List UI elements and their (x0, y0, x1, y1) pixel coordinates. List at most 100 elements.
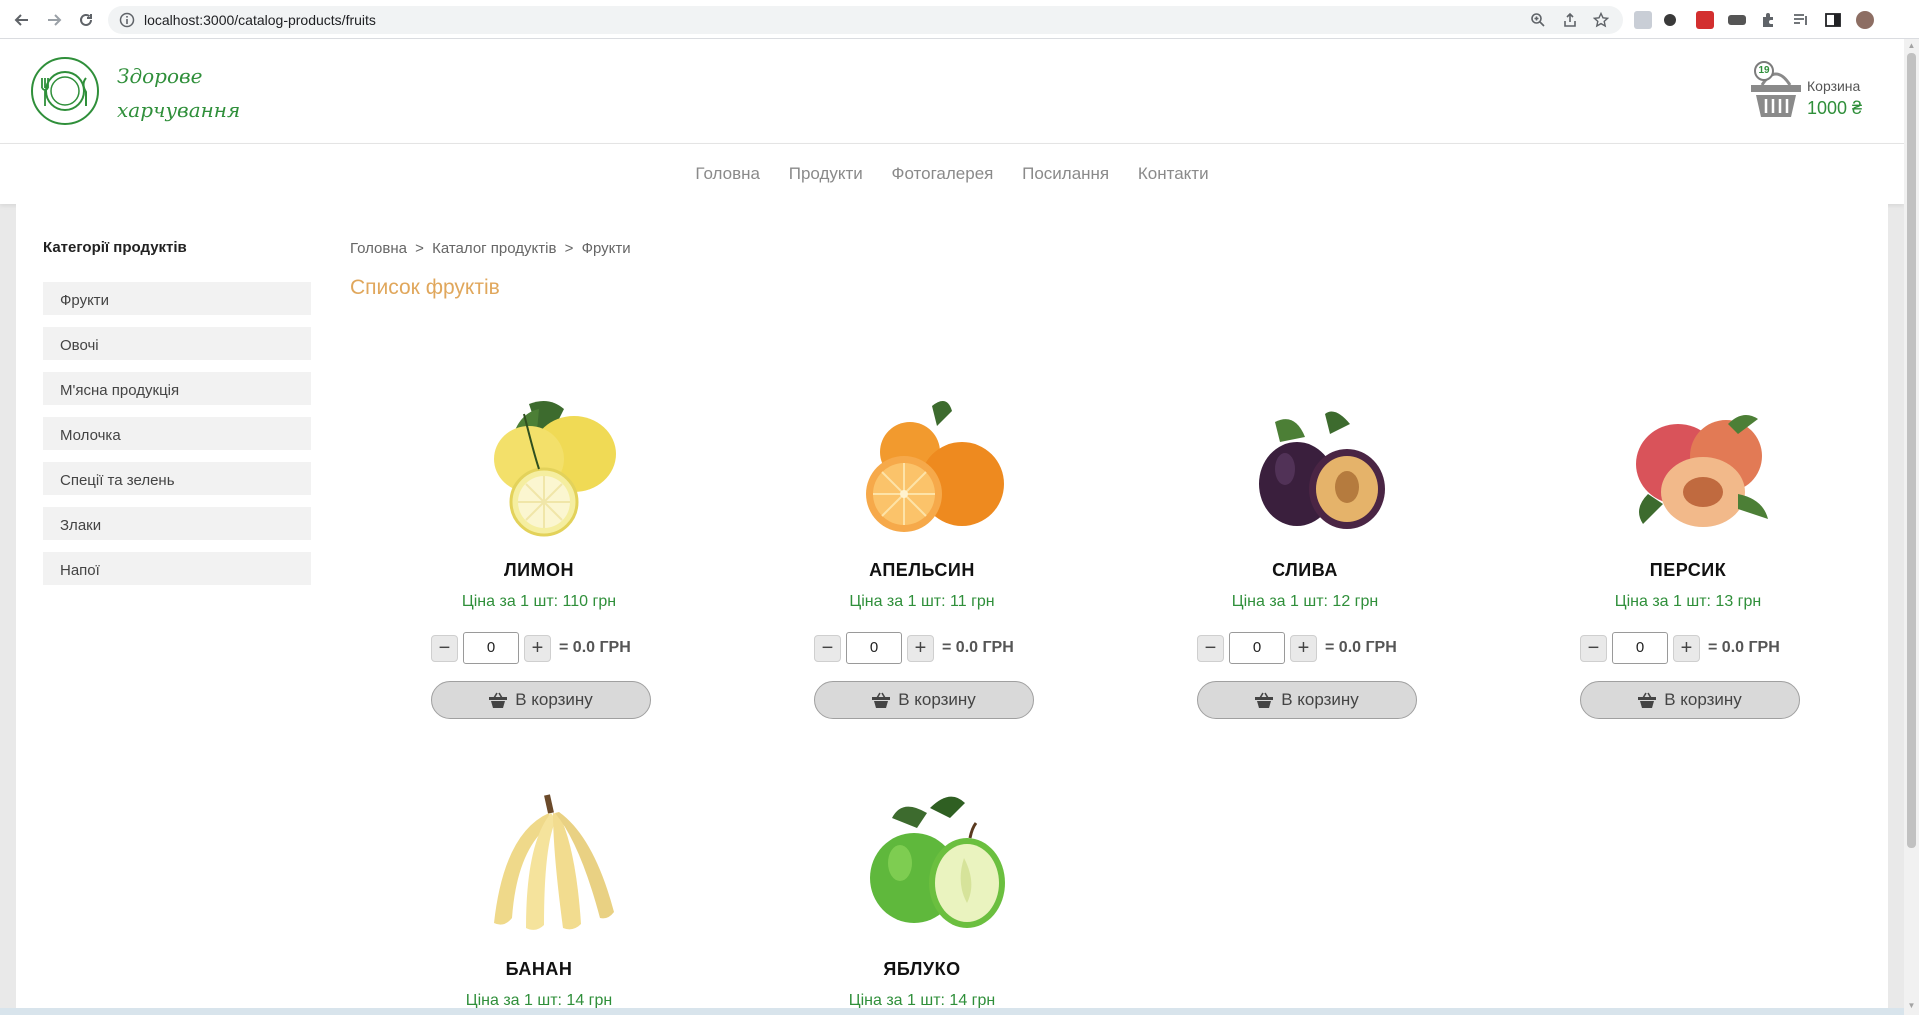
sidebar-item-vegetables[interactable]: Овочі (43, 327, 311, 360)
main-navigation: Головна Продукти Фотогалерея Посилання К… (0, 144, 1904, 204)
decrement-button[interactable]: − (1580, 634, 1607, 662)
breadcrumb-current: Фрукти (581, 240, 631, 257)
line-total: = 0.0 ГРН (942, 639, 1014, 656)
logo-text[interactable]: Здорове харчування (117, 59, 257, 127)
bottom-strip (0, 1008, 1904, 1015)
page-title: Список фруктів (350, 276, 500, 299)
site-header: Здорове харчування 19 Корзина 1000 ₴ (0, 39, 1904, 144)
sidebar-item-drinks[interactable]: Напої (43, 552, 311, 585)
main-content: Категорії продуктів Фрукти Овочі М'ясна … (16, 204, 1888, 1015)
quantity-input[interactable]: 0 (463, 632, 519, 664)
back-icon[interactable] (10, 8, 34, 32)
nav-item-contacts[interactable]: Контакти (1138, 164, 1209, 183)
basket-icon (489, 692, 508, 708)
quantity-stepper: − 0 + = 0.0 ГРН (1197, 632, 1397, 664)
reload-icon[interactable] (74, 8, 98, 32)
puzzle-icon[interactable] (1760, 11, 1778, 29)
page-viewport: Здорове харчування 19 Корзина 1000 ₴ Гол… (0, 39, 1904, 1015)
extension-icon[interactable] (1728, 15, 1746, 25)
banana-image (469, 783, 629, 943)
lemon-image (469, 384, 629, 544)
add-to-cart-button[interactable]: В корзину (431, 681, 651, 719)
breadcrumb-home[interactable]: Головна (350, 240, 407, 257)
product-name: ЯБЛУКО (883, 959, 961, 979)
product-price: Ціна за 1 шт: 12 грн (1231, 593, 1379, 610)
bookmark-star-icon[interactable] (1592, 11, 1610, 33)
url-text: localhost:3000/catalog-products/fruits (144, 12, 376, 28)
scroll-down-icon[interactable]: ▼ (1907, 1001, 1916, 1010)
add-to-cart-button[interactable]: В корзину (1197, 681, 1417, 719)
add-to-cart-label: В корзину (898, 690, 976, 709)
product-price: Ціна за 1 шт: 13 грн (1614, 593, 1762, 610)
increment-button[interactable]: + (1673, 634, 1700, 662)
address-bar[interactable]: localhost:3000/catalog-products/fruits (108, 6, 1623, 34)
product-name: СЛИВА (1272, 560, 1338, 580)
quantity-stepper: − 0 + = 0.0 ГРН (431, 632, 631, 664)
sidebar-item-fruits[interactable]: Фрукти (43, 282, 311, 315)
increment-button[interactable]: + (1290, 634, 1317, 662)
decrement-button[interactable]: − (1197, 634, 1224, 662)
page-scrollbar[interactable]: ▲ ▼ (1904, 39, 1919, 1015)
extension-icon[interactable] (1634, 11, 1652, 29)
cart-label[interactable]: Корзина (1807, 78, 1860, 94)
increment-button[interactable]: + (907, 634, 934, 662)
share-icon[interactable] (1562, 12, 1578, 33)
breadcrumb: Головна > Каталог продуктів > Фрукти (350, 240, 631, 257)
profile-avatar-icon[interactable] (1856, 11, 1874, 29)
add-to-cart-button[interactable]: В корзину (1580, 681, 1800, 719)
line-total: = 0.0 ГРН (559, 639, 631, 656)
cart-count-badge: 19 (1754, 61, 1774, 81)
nav-item-products[interactable]: Продукти (789, 164, 863, 183)
breadcrumb-separator: > (564, 240, 574, 257)
quantity-input[interactable]: 0 (1229, 632, 1285, 664)
basket-icon (872, 692, 891, 708)
cart-total: 1000 ₴ (1807, 98, 1863, 118)
add-to-cart-button[interactable]: В корзину (814, 681, 1034, 719)
forward-icon[interactable] (42, 8, 66, 32)
line-total: = 0.0 ГРН (1325, 639, 1397, 656)
extension-icon[interactable] (1664, 14, 1676, 26)
zoom-icon[interactable] (1530, 12, 1546, 33)
logo-plate-icon[interactable] (30, 56, 100, 131)
quantity-stepper: − 0 + = 0.0 ГРН (1580, 632, 1780, 664)
breadcrumb-catalog[interactable]: Каталог продуктів (432, 240, 556, 257)
apple-image (852, 783, 1012, 943)
browser-toolbar: localhost:3000/catalog-products/fruits (0, 0, 1919, 39)
increment-button[interactable]: + (524, 634, 551, 662)
quantity-input[interactable]: 0 (846, 632, 902, 664)
nav-item-home[interactable]: Головна (695, 164, 760, 183)
product-name: ПЕРСИК (1649, 560, 1727, 580)
peach-image (1618, 384, 1778, 544)
scroll-up-icon[interactable]: ▲ (1907, 41, 1916, 50)
sidebar-item-meat[interactable]: М'ясна продукція (43, 372, 311, 405)
product-name: АПЕЛЬСИН (869, 560, 975, 580)
line-total: = 0.0 ГРН (1708, 639, 1780, 656)
breadcrumb-separator: > (415, 240, 424, 257)
sidebar-item-spices[interactable]: Спеції та зелень (43, 462, 311, 495)
reading-list-icon[interactable] (1792, 11, 1810, 29)
product-price: Ціна за 1 шт: 110 грн (461, 593, 617, 610)
sidebar-item-dairy[interactable]: Молочка (43, 417, 311, 450)
basket-icon (1638, 692, 1657, 708)
side-panel-icon[interactable] (1824, 11, 1842, 29)
product-price: Ціна за 1 шт: 11 грн (849, 593, 995, 610)
logo-line-2: харчування (117, 98, 241, 122)
sidebar-item-grains[interactable]: Злаки (43, 507, 311, 540)
quantity-input[interactable]: 0 (1612, 632, 1668, 664)
add-to-cart-label: В корзину (515, 690, 593, 709)
nav-item-links[interactable]: Посилання (1022, 164, 1109, 183)
orange-image (852, 384, 1012, 544)
site-info-icon[interactable] (119, 12, 135, 33)
logo-line-1: Здорове (117, 64, 203, 88)
basket-icon (1255, 692, 1274, 708)
scrollbar-thumb[interactable] (1907, 53, 1916, 848)
quantity-stepper: − 0 + = 0.0 ГРН (814, 632, 1014, 664)
add-to-cart-label: В корзину (1281, 690, 1359, 709)
extension-icon[interactable] (1696, 11, 1714, 29)
product-name: ЛИМОН (503, 560, 575, 580)
add-to-cart-label: В корзину (1664, 690, 1742, 709)
decrement-button[interactable]: − (814, 634, 841, 662)
nav-item-gallery[interactable]: Фотогалерея (892, 164, 994, 183)
sidebar-title: Категорії продуктів (43, 239, 187, 256)
decrement-button[interactable]: − (431, 634, 458, 662)
